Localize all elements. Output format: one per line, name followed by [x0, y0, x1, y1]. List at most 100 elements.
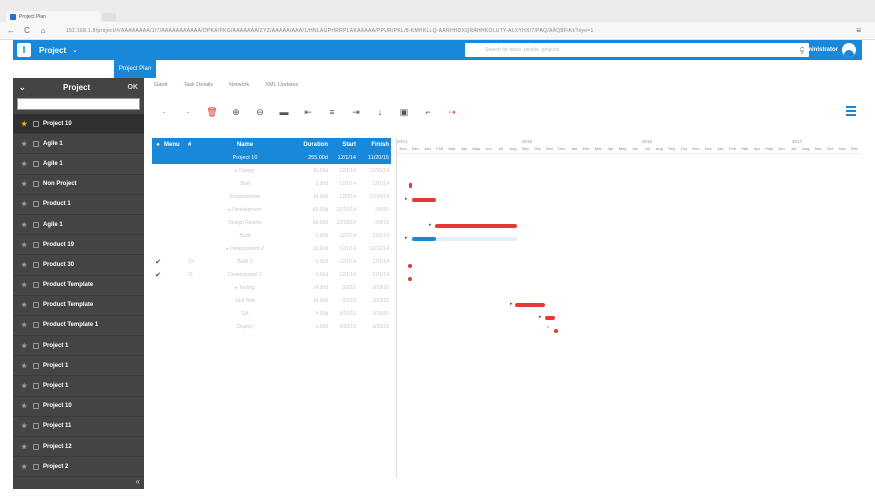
table-row[interactable]: ▸ Design 11.00d 12/1/14 12/15/14	[152, 164, 391, 177]
unlink-icon[interactable]: ⇥	[344, 105, 368, 119]
zoom-in-icon[interactable]: ⊕	[224, 105, 248, 119]
baseline-icon[interactable]: ⌐	[416, 105, 440, 119]
table-row[interactable]: ▸ Development 2 10.00d 12/1/14 12/12/14	[152, 242, 391, 255]
table-row[interactable]: Design Review 60.00d 12/16/14 3/9/15	[152, 216, 391, 229]
sidebar-item-project[interactable]: ★ Agile 1	[13, 134, 144, 155]
user-menu[interactable]: Administrator	[799, 43, 856, 57]
task-move-icon[interactable]: ↓	[368, 105, 392, 119]
avatar[interactable]	[842, 43, 856, 57]
header-num[interactable]: #	[188, 142, 200, 148]
url-field[interactable]: 152.168.1.8/project/#/AAAAAAAA/1/7/AAAAA…	[66, 28, 806, 34]
trash-icon[interactable]: 🗑	[200, 105, 224, 119]
star-icon[interactable]: ★	[21, 321, 29, 329]
star-icon[interactable]: ★	[21, 221, 29, 229]
star-icon[interactable]: ★	[21, 241, 29, 249]
header-menu[interactable]: Menu	[164, 142, 188, 148]
table-row[interactable]: Start 1.00d 12/1/14 12/1/14	[152, 177, 391, 190]
milestone[interactable]	[554, 329, 558, 333]
tab-project-plan[interactable]: Project Plan	[114, 60, 156, 78]
star-icon[interactable]: ★	[21, 342, 29, 350]
header-checkbox-icon[interactable]: ●	[152, 142, 164, 148]
star-icon[interactable]: ★	[21, 362, 29, 370]
star-icon[interactable]: ★	[21, 443, 29, 451]
star-icon[interactable]: ★	[21, 200, 29, 208]
add-icon[interactable]: ·	[152, 105, 176, 119]
star-icon[interactable]: ★	[21, 160, 29, 168]
view-tab[interactable]: Gantt	[154, 82, 167, 88]
selected-row[interactable]: Project 10 255.00d 12/1/14 11/20/15	[152, 151, 391, 164]
star-icon[interactable]: ★	[21, 120, 29, 128]
sidebar-item-project[interactable]: ★ Project 11	[13, 417, 144, 437]
header-start[interactable]: Start	[330, 142, 358, 148]
task-bar[interactable]	[412, 237, 436, 241]
global-search[interactable]: Search for tasks, people, projects ⚲	[465, 43, 809, 57]
columns-menu-icon[interactable]	[846, 106, 856, 116]
task-bar[interactable]	[545, 316, 555, 320]
outdent-icon[interactable]: ▬	[272, 105, 296, 119]
collapse-icon[interactable]: «	[136, 477, 140, 486]
sidebar-item-project[interactable]: ★ Product Template	[13, 276, 144, 296]
view-tab[interactable]: Task Details	[183, 82, 213, 88]
table-row[interactable]: Unit Test 10.00d 3/2/15 3/13/15	[152, 294, 391, 307]
star-icon[interactable]: ★	[21, 463, 29, 471]
back-icon[interactable]: ←	[6, 26, 16, 35]
indent-icon[interactable]: ⇤	[296, 105, 320, 119]
sidebar-item-project[interactable]: ★ Project 1	[13, 376, 144, 397]
browser-tab[interactable]: Project Plan	[6, 11, 100, 22]
table-row[interactable]: ✔ 10 Build 2 1.00d 12/1/14 12/1/14	[152, 255, 391, 268]
star-icon[interactable]: ★	[21, 180, 29, 188]
header-finish[interactable]: Finish	[358, 142, 391, 148]
critical-path-icon[interactable]: ⇢	[440, 105, 464, 119]
sidebar-item-project[interactable]: ★ Agile 1	[13, 215, 144, 236]
sidebar-item-project[interactable]: ★ Product Template 1	[13, 316, 144, 337]
chevron-down-icon[interactable]: ⌄	[72, 46, 78, 54]
resource-icon[interactable]: ▣	[392, 105, 416, 119]
milestone[interactable]	[409, 183, 412, 188]
chevron-down-icon[interactable]: ⌄	[19, 83, 26, 92]
sidebar-item-project[interactable]: ★ Non Project	[13, 175, 144, 195]
sidebar-item-project[interactable]: ★ Product Template	[13, 296, 144, 316]
ok-button[interactable]: OK	[128, 84, 139, 91]
star-icon[interactable]: ★	[21, 301, 29, 309]
reload-icon[interactable]: C	[22, 26, 32, 35]
link-icon[interactable]: ≡	[320, 105, 344, 119]
view-tab[interactable]: Network	[229, 82, 249, 88]
table-row[interactable]: ▸ Testing 14.00d 3/2/15 3/19/15	[152, 281, 391, 294]
table-row[interactable]: Build 1.00d 12/1/14 12/1/14	[152, 229, 391, 242]
star-icon[interactable]: ★	[21, 422, 29, 430]
task-bar[interactable]	[515, 303, 545, 307]
table-row[interactable]: ▸ Development 60.00d 12/16/14 3/9/15	[152, 203, 391, 216]
new-tab-button[interactable]	[102, 13, 116, 21]
table-row[interactable]: ✔ 11 Development 2 1.00d 12/1/14 12/1/14	[152, 268, 391, 281]
browser-menu-icon[interactable]: ≡	[856, 26, 861, 35]
task-bar[interactable]	[435, 224, 517, 228]
header-name[interactable]: Name	[200, 142, 290, 148]
header-duration[interactable]: Duration	[290, 142, 330, 148]
star-icon[interactable]: ★	[21, 382, 29, 390]
sidebar-item-project[interactable]: ★ Product 19	[13, 235, 144, 256]
sidebar-item-project[interactable]: ★ Product 1	[13, 195, 144, 215]
sidebar-item-project[interactable]: ★ Project 1	[13, 336, 144, 357]
user-name[interactable]: Administrator	[799, 47, 838, 53]
app-title[interactable]: Project	[39, 46, 66, 55]
sidebar-item-project[interactable]: ★ Agile 1	[13, 154, 144, 175]
sidebar-search-input[interactable]	[17, 98, 140, 110]
table-row[interactable]: Deploy 1.00d 3/20/15 3/20/15	[152, 320, 391, 333]
sidebar-item-project[interactable]: ★ Project 2	[13, 457, 144, 478]
star-icon[interactable]: ★	[21, 281, 29, 289]
star-icon[interactable]: ★	[21, 261, 29, 269]
sidebar-item-project[interactable]: ★ Project 12	[13, 437, 144, 458]
star-icon[interactable]: ★	[21, 402, 29, 410]
search-input[interactable]: Search for tasks, people, projects	[485, 47, 799, 53]
sidebar-item-project[interactable]: ★ Project 10	[13, 397, 144, 417]
sidebar-item-project[interactable]: ★ Project 10	[13, 114, 144, 135]
home-icon[interactable]: ⌂	[38, 26, 48, 35]
table-row[interactable]: QA 4.00d 3/16/15 3/19/15	[152, 307, 391, 320]
table-row[interactable]: Requirements 10.00d 12/2/14 12/15/14	[152, 190, 391, 203]
zoom-out-icon[interactable]: ⊖	[248, 105, 272, 119]
sidebar-item-project[interactable]: ★ Product 30	[13, 255, 144, 276]
sidebar-item-project[interactable]: ★ Project 1	[13, 356, 144, 377]
milestone[interactable]	[408, 264, 412, 268]
remove-icon[interactable]: ·	[176, 105, 200, 119]
star-icon[interactable]: ★	[21, 140, 29, 148]
